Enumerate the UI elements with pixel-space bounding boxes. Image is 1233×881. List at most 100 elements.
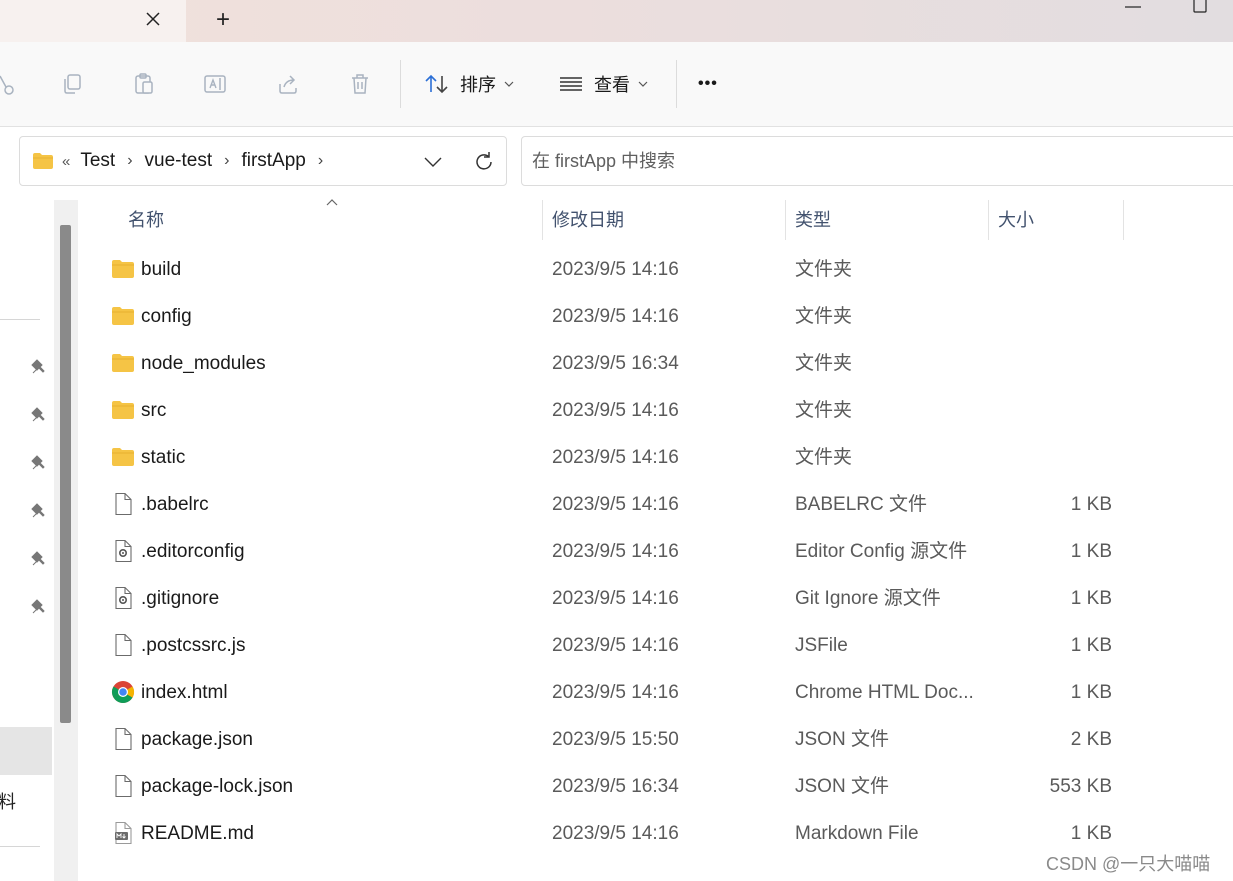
file-row[interactable]: config 2023/9/5 14:16 文件夹	[80, 293, 1233, 340]
plus-icon: +	[215, 6, 230, 33]
file-name: config	[141, 306, 192, 327]
file-row[interactable]: .editorconfig 2023/9/5 14:16 Editor Config…	[80, 528, 1233, 575]
nav-divider	[0, 319, 40, 320]
address-history-dropdown[interactable]	[420, 149, 446, 175]
config-file-icon	[115, 586, 132, 610]
breadcrumb-separator[interactable]: ›	[224, 152, 229, 170]
file-date: 2023/9/5 15:50	[552, 729, 679, 750]
scissors-icon	[0, 75, 14, 95]
file-icon	[115, 492, 132, 516]
file-row[interactable]: .postcssrc.js 2023/9/5 14:16 JSFile 1 KB	[80, 622, 1233, 669]
column-divider[interactable]	[1123, 200, 1124, 240]
breadcrumb-vue-test[interactable]: vue-test	[145, 150, 213, 172]
pin-icon[interactable]	[30, 598, 48, 616]
file-row-icon	[111, 351, 135, 375]
breadcrumb-separator[interactable]: ›	[127, 152, 132, 170]
file-row[interactable]: index.html 2023/9/5 14:16 Chrome HTML Doc.…	[80, 669, 1233, 716]
file-type: Git Ignore 源文件	[795, 588, 941, 609]
breadcrumb-overflow[interactable]: «	[62, 153, 70, 170]
file-row[interactable]: .gitignore 2023/9/5 14:16 Git Ignore 源文件 1 …	[80, 575, 1233, 622]
sort-up-icon	[326, 199, 338, 206]
column-header-date[interactable]: 修改日期	[552, 196, 624, 242]
file-row-icon	[111, 680, 135, 704]
file-name: index.html	[141, 682, 228, 703]
file-row-icon	[111, 398, 135, 422]
file-row[interactable]: package.json 2023/9/5 15:50 JSON 文件 2 KB	[80, 716, 1233, 763]
column-divider[interactable]	[542, 200, 543, 240]
column-header-size[interactable]: 大小	[998, 196, 1034, 242]
rename-icon	[204, 75, 226, 93]
pin-icon[interactable]	[30, 550, 48, 568]
title-bar: +	[0, 0, 1233, 42]
nav-scrollbar-thumb[interactable]	[60, 225, 71, 723]
file-row[interactable]: build 2023/9/5 14:16 文件夹	[80, 246, 1233, 293]
share-icon	[279, 75, 297, 94]
sort-label: 排序	[460, 75, 496, 95]
file-row[interactable]: static 2023/9/5 14:16 文件夹	[80, 434, 1233, 481]
breadcrumb: « Test › vue-test › firstApp ›	[32, 137, 335, 185]
file-name: .babelrc	[141, 494, 209, 515]
pin-icon[interactable]	[30, 454, 48, 472]
maximize-button[interactable]	[1190, 0, 1210, 16]
new-tab-button[interactable]: +	[208, 6, 238, 34]
pin-icon[interactable]	[30, 358, 48, 376]
paste-button[interactable]	[124, 64, 164, 104]
refresh-button[interactable]	[470, 148, 498, 176]
folder-icon	[112, 401, 134, 419]
breadcrumb-firstapp[interactable]: firstApp	[241, 150, 305, 172]
markdown-file-icon	[115, 821, 132, 845]
nav-item-label[interactable]: 料	[0, 788, 16, 814]
file-size	[1020, 434, 1112, 481]
breadcrumb-test[interactable]: Test	[80, 150, 115, 172]
file-row[interactable]: package-lock.json 2023/9/5 16:34 JSON 文件 55…	[80, 763, 1233, 810]
tab-close-button[interactable]	[140, 6, 166, 32]
minimize-button[interactable]	[1122, 0, 1144, 12]
copy-button[interactable]	[52, 64, 92, 104]
active-tab[interactable]	[0, 0, 186, 42]
file-date: 2023/9/5 16:34	[552, 776, 679, 797]
rename-button[interactable]	[196, 64, 236, 104]
column-header-name[interactable]: 名称	[128, 196, 164, 242]
command-bar: 排序 查看 •••	[0, 42, 1233, 127]
file-row-icon	[111, 586, 135, 610]
maximize-icon	[1193, 0, 1207, 13]
breadcrumb-separator[interactable]: ›	[318, 152, 323, 170]
pin-icon[interactable]	[30, 502, 48, 520]
minimize-icon	[1125, 6, 1141, 8]
close-icon	[146, 12, 160, 26]
file-row[interactable]: .babelrc 2023/9/5 14:16 BABELRC 文件 1 KB	[80, 481, 1233, 528]
nav-item-selected[interactable]	[0, 727, 52, 775]
file-type: Chrome HTML Doc...	[795, 682, 974, 703]
column-header-type[interactable]: 类型	[795, 196, 831, 242]
file-name: package.json	[141, 729, 253, 750]
delete-button[interactable]	[340, 64, 380, 104]
column-divider[interactable]	[988, 200, 989, 240]
view-button[interactable]: 查看	[558, 66, 648, 102]
chevron-down-icon	[504, 81, 514, 87]
file-date: 2023/9/5 14:16	[552, 494, 679, 515]
column-divider[interactable]	[785, 200, 786, 240]
sort-button[interactable]: 排序	[424, 66, 514, 102]
nav-divider	[0, 846, 40, 847]
file-size: 1 KB	[1070, 541, 1112, 562]
copy-icon	[64, 74, 81, 94]
file-type: Markdown File	[795, 823, 919, 844]
file-row-icon	[111, 539, 135, 563]
cut-button[interactable]	[0, 64, 22, 104]
file-row-icon	[111, 304, 135, 328]
file-type: JSON 文件	[795, 776, 889, 797]
file-size: 1 KB	[1070, 588, 1112, 609]
folder-icon	[112, 354, 134, 372]
column-headers: 名称 修改日期 类型 大小	[80, 196, 1233, 244]
more-options-button[interactable]: •••	[698, 66, 718, 102]
file-type: JSFile	[795, 635, 848, 656]
pin-icon[interactable]	[30, 406, 48, 424]
search-input[interactable]	[521, 136, 1233, 186]
address-bar[interactable]: « Test › vue-test › firstApp ›	[19, 136, 507, 186]
file-row[interactable]: node_modules 2023/9/5 16:34 文件夹	[80, 340, 1233, 387]
file-type: BABELRC 文件	[795, 494, 927, 515]
share-button[interactable]	[268, 64, 308, 104]
file-row[interactable]: src 2023/9/5 14:16 文件夹	[80, 387, 1233, 434]
view-list-icon	[560, 77, 582, 91]
file-size: 553 KB	[1049, 776, 1112, 797]
